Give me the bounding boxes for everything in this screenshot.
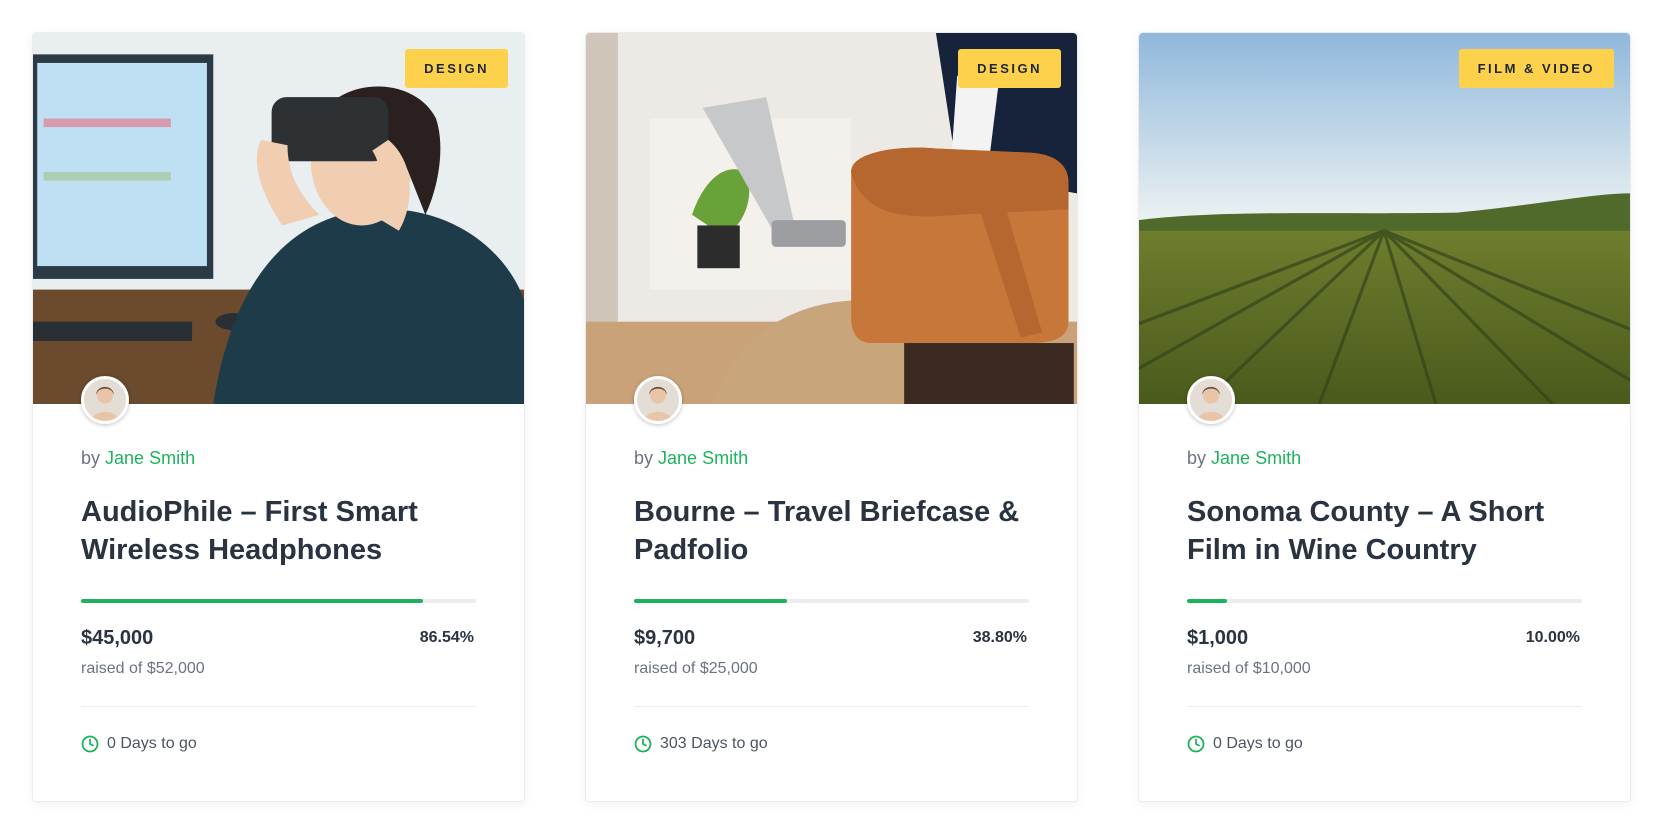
campaign-card[interactable]: DESIGN by Jane Smith AudioPhile – First … [32,32,525,802]
campaign-title[interactable]: Sonoma County – A Short Film in Wine Cou… [1187,493,1582,569]
author-byline: by Jane Smith [634,448,1029,469]
campaign-image[interactable]: DESIGN [33,33,524,404]
days-remaining-label: 0 Days to go [107,735,197,752]
funding-progress-fill [634,599,788,603]
divider [81,706,476,707]
funding-stats: $45,000 raised of $52,000 86.54% [81,627,476,678]
author-link[interactable]: Jane Smith [1211,448,1301,468]
campaign-image[interactable]: DESIGN [586,33,1077,404]
campaign-title[interactable]: AudioPhile – First Smart Wireless Headph… [81,493,476,569]
author-avatar[interactable] [1187,376,1235,424]
author-byline: by Jane Smith [81,448,476,469]
days-remaining-label: 303 Days to go [660,735,768,752]
author-link[interactable]: Jane Smith [105,448,195,468]
funding-stats: $9,700 raised of $25,000 38.80% [634,627,1029,678]
funding-progress-bar [634,599,1029,603]
funded-percentage: 86.54% [419,629,474,646]
campaign-card[interactable]: FILM & VIDEO by Jane Smith Sonoma County… [1138,32,1631,802]
category-tag[interactable]: DESIGN [958,49,1061,88]
goal-amount: raised of $52,000 [81,660,205,677]
funding-stats: $1,000 raised of $10,000 10.00% [1187,627,1582,678]
funding-progress-bar [1187,599,1582,603]
goal-amount: raised of $10,000 [1187,660,1311,677]
days-remaining: 0 Days to go [81,735,476,753]
campaign-title[interactable]: Bourne – Travel Briefcase & Padfolio [634,493,1029,569]
author-byline: by Jane Smith [1187,448,1582,469]
days-remaining: 303 Days to go [634,735,1029,753]
category-tag[interactable]: FILM & VIDEO [1458,49,1614,88]
by-label: by [634,448,654,468]
days-remaining: 0 Days to go [1187,735,1582,753]
clock-icon [634,735,652,753]
campaign-grid: DESIGN by Jane Smith AudioPhile – First … [32,32,1631,802]
campaign-card[interactable]: DESIGN by Jane Smith Bourne – Travel Bri… [585,32,1078,802]
by-label: by [1187,448,1207,468]
goal-amount: raised of $25,000 [634,660,758,677]
author-avatar[interactable] [81,376,129,424]
by-label: by [81,448,101,468]
author-avatar[interactable] [634,376,682,424]
funding-progress-fill [81,599,423,603]
clock-icon [1187,735,1205,753]
raised-amount: $45,000 [81,627,154,649]
campaign-image[interactable]: FILM & VIDEO [1139,33,1630,404]
divider [1187,706,1582,707]
author-link[interactable]: Jane Smith [658,448,748,468]
funding-progress-bar [81,599,476,603]
funded-percentage: 38.80% [972,629,1027,646]
clock-icon [81,735,99,753]
days-remaining-label: 0 Days to go [1213,735,1303,752]
category-tag[interactable]: DESIGN [405,49,508,88]
raised-amount: $1,000 [1187,627,1249,649]
raised-amount: $9,700 [634,627,696,649]
divider [634,706,1029,707]
funded-percentage: 10.00% [1525,629,1580,646]
funding-progress-fill [1187,599,1227,603]
